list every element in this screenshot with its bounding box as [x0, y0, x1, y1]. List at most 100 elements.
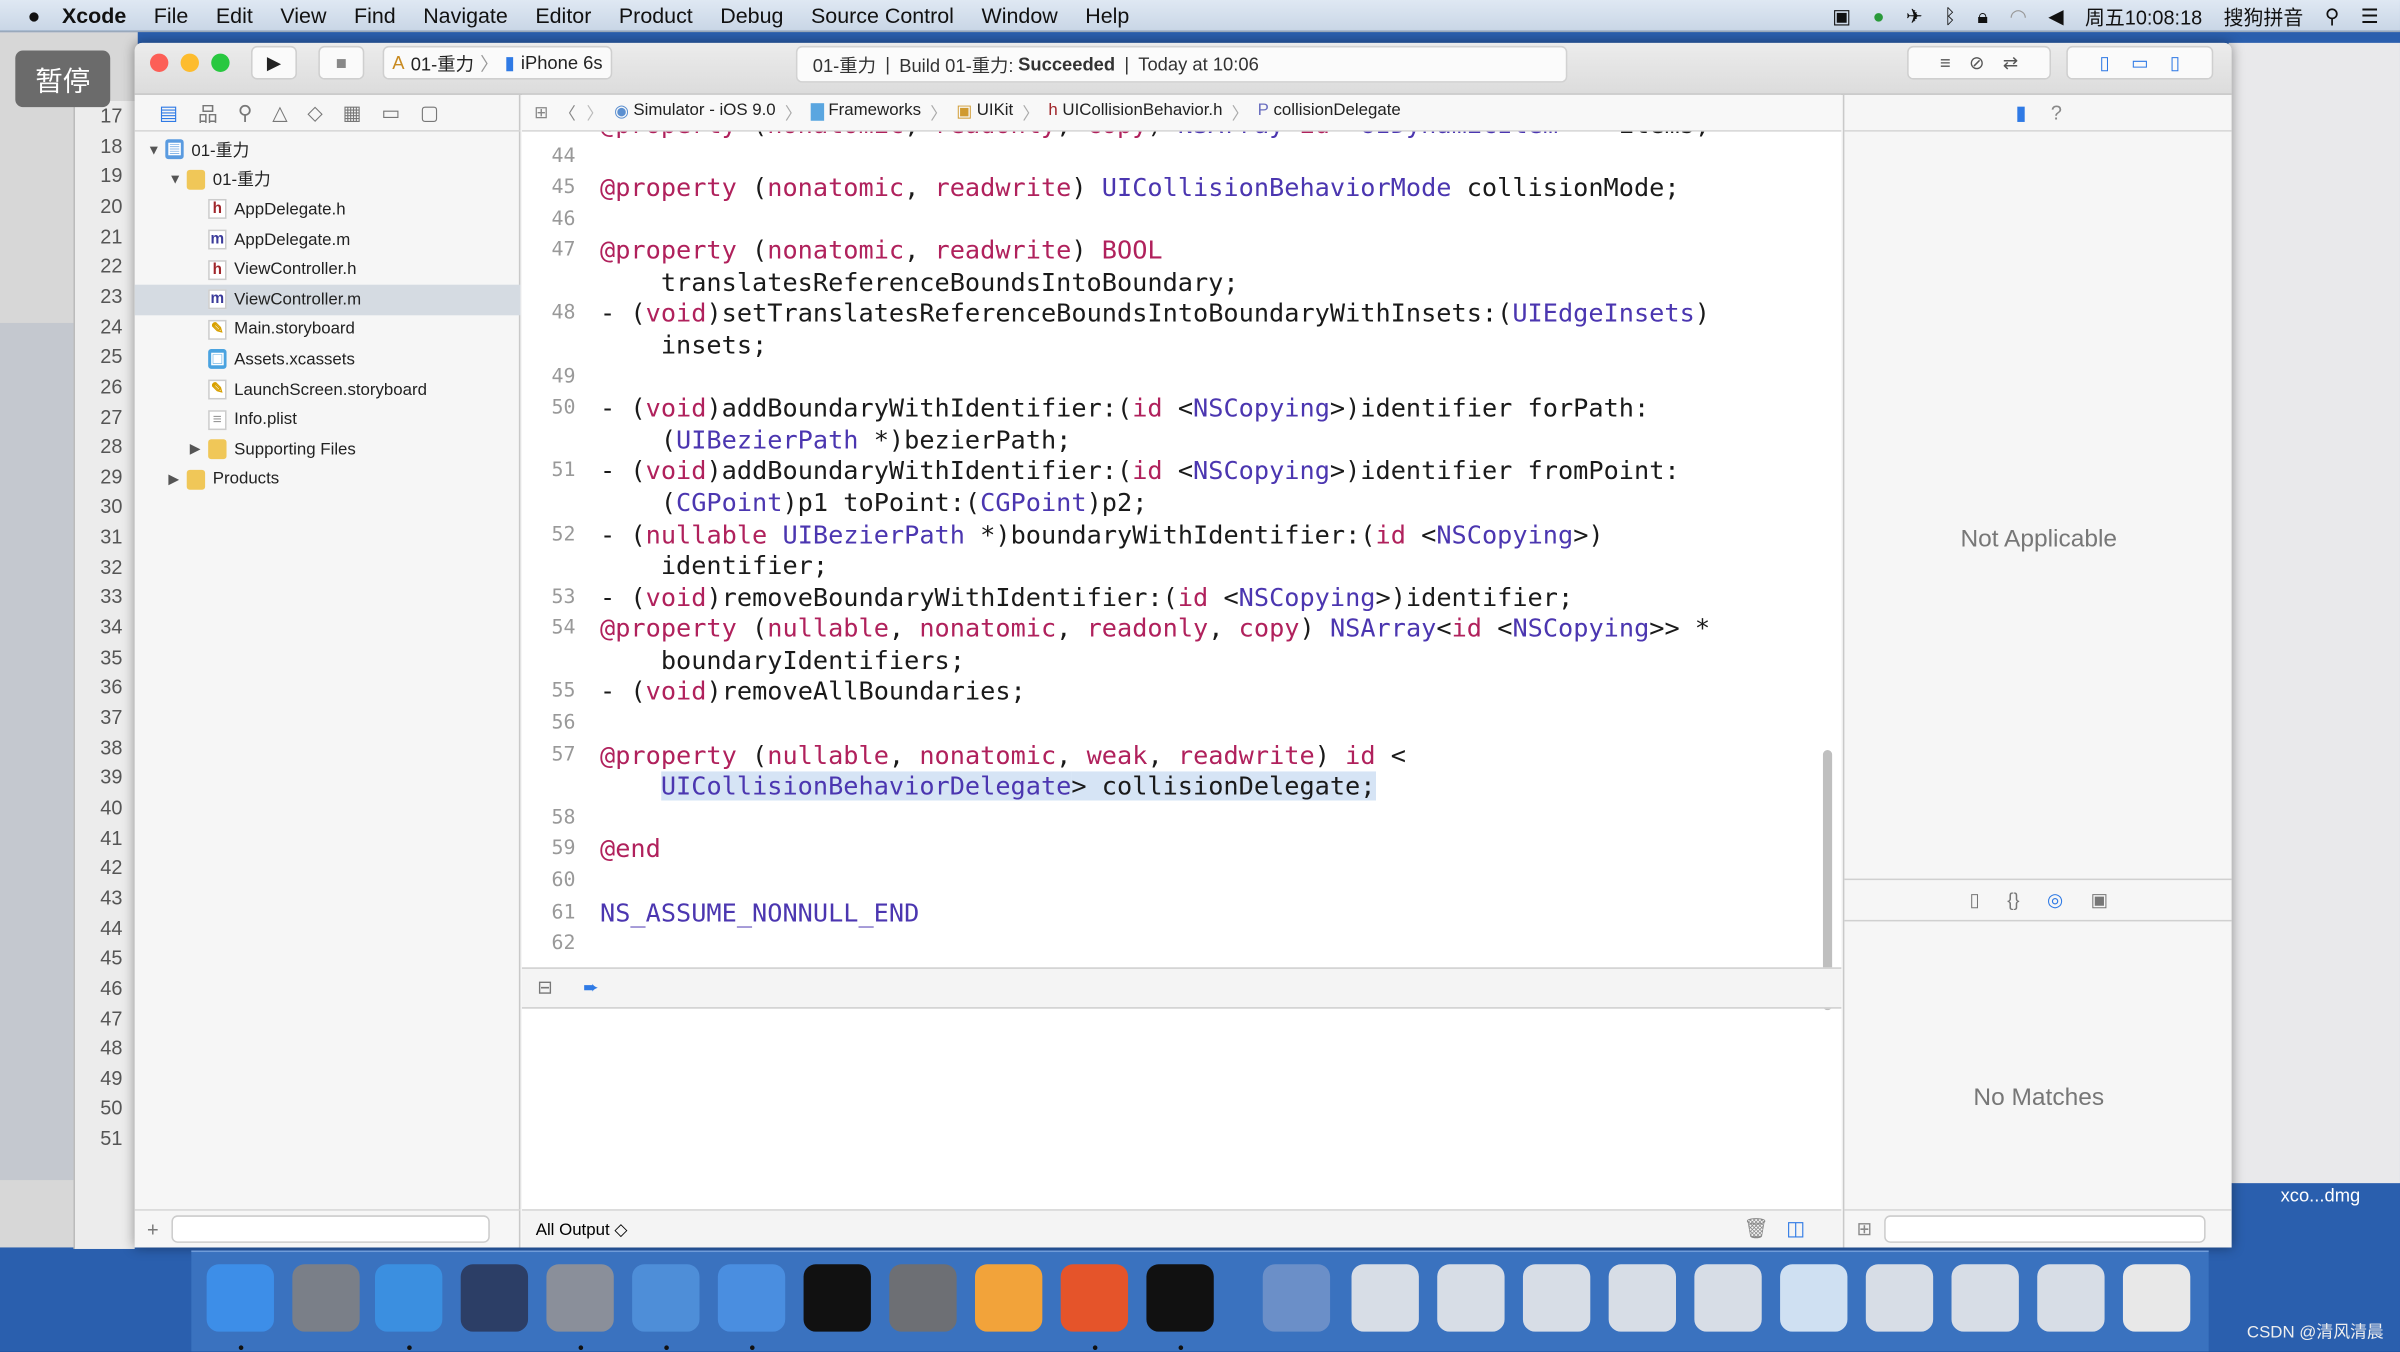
code-line[interactable]: 46: [522, 205, 1815, 236]
menu-view[interactable]: View: [280, 3, 326, 27]
menu-edit[interactable]: Edit: [216, 3, 253, 27]
file-item[interactable]: ▼ ▤ 01-重力: [135, 135, 521, 165]
search-icon[interactable]: ⚲: [238, 100, 253, 124]
code-line[interactable]: 59 @end: [522, 835, 1815, 866]
navigator-toggle-icon[interactable]: ▯: [2100, 52, 2110, 73]
file-template-icon[interactable]: ▯: [1970, 889, 1980, 910]
dock-app-icon[interactable]: [2037, 1264, 2105, 1332]
code-line[interactable]: translatesReferenceBoundsIntoBoundary;: [522, 268, 1815, 299]
volume-icon[interactable]: ◀: [2048, 4, 2063, 28]
navigator-filter-input[interactable]: [170, 1215, 490, 1243]
list-icon[interactable]: ☰: [2361, 4, 2379, 28]
dock-app-icon[interactable]: [1780, 1264, 1848, 1332]
wifi-icon[interactable]: ◠: [2009, 4, 2026, 28]
dock-app-icon[interactable]: [1522, 1264, 1591, 1332]
dock-app-icon[interactable]: [1060, 1264, 1129, 1332]
breadcrumb-4[interactable]: PcollisionDelegate: [1258, 100, 1401, 124]
code-line[interactable]: 48 - (void)setTranslatesReferenceBoundsIn…: [522, 299, 1815, 330]
clock[interactable]: 周五10:08:18: [2085, 2, 2202, 31]
disclosure-triangle[interactable]: ▶: [168, 471, 186, 488]
code-line[interactable]: boundaryIdentifiers;: [522, 646, 1815, 677]
output-filter-select[interactable]: All Output ◇: [536, 1219, 628, 1239]
dock-app-icon[interactable]: [717, 1264, 786, 1332]
file-item[interactable]: m AppDelegate.m: [135, 225, 521, 255]
code-line[interactable]: 54 @property (nullable, nonatomic, readon…: [522, 614, 1815, 645]
file-item[interactable]: ▼ 01-重力: [135, 165, 521, 195]
forward-icon[interactable]: 〉: [587, 100, 604, 124]
code-line[interactable]: 57 @property (nullable, nonatomic, weak, …: [522, 740, 1815, 771]
code-line[interactable]: 45 @property (nonatomic, readwrite) UICol…: [522, 173, 1815, 204]
code-line[interactable]: 62: [522, 929, 1815, 960]
dock-app-icon[interactable]: [1865, 1264, 1934, 1332]
dock-app-icon[interactable]: [2122, 1264, 2191, 1332]
app-status-icon[interactable]: ●: [1872, 5, 1884, 28]
file-item[interactable]: ✎ Main.storyboard: [135, 315, 521, 345]
close-button[interactable]: [149, 53, 169, 72]
disclosure-triangle[interactable]: ▼: [168, 172, 186, 187]
file-inspector-icon[interactable]: ▮: [2015, 100, 2026, 124]
lock-icon[interactable]: 🔒︎: [1977, 4, 1988, 28]
menu-file[interactable]: File: [154, 3, 189, 27]
code-line[interactable]: 60: [522, 866, 1815, 897]
warning-icon[interactable]: △: [272, 100, 287, 124]
breadcrumb-3[interactable]: h UICollisionBehavior.h: [1048, 100, 1222, 124]
search-icon[interactable]: ⚲: [2325, 4, 2340, 28]
breadcrumb-2[interactable]: ▣ UIKit: [956, 100, 1013, 124]
dock-app-icon[interactable]: [374, 1264, 443, 1332]
report-icon[interactable]: ▢: [420, 100, 439, 124]
dock-app-icon[interactable]: [889, 1264, 957, 1332]
file-item[interactable]: m ViewController.m: [134, 284, 521, 315]
code-line[interactable]: 49: [522, 362, 1815, 393]
code-line[interactable]: 53 - (void)removeBoundaryWithIdentifier:(…: [522, 583, 1815, 614]
dock-app-icon[interactable]: [1262, 1264, 1331, 1332]
menu-find[interactable]: Find: [354, 3, 396, 27]
debug-toggle-icon[interactable]: ▭: [2131, 52, 2148, 73]
code-line[interactable]: UICollisionBehaviorDelegate> collisionDe…: [522, 771, 1815, 803]
stop-button[interactable]: ■: [318, 45, 365, 80]
menu-debug[interactable]: Debug: [720, 3, 783, 27]
code-line[interactable]: insets;: [522, 331, 1815, 362]
apple-icon[interactable]: ●: [28, 3, 41, 27]
menu-source-control[interactable]: Source Control: [811, 3, 954, 27]
menu-product[interactable]: Product: [619, 3, 693, 27]
object-library-icon[interactable]: ◎: [2047, 889, 2063, 910]
dock-app-icon[interactable]: [1437, 1264, 1505, 1332]
dock-app-icon[interactable]: [1694, 1264, 1762, 1332]
code-line[interactable]: 51 - (void)addBoundaryWithIdentifier:(id …: [522, 457, 1815, 488]
dock-app-icon[interactable]: [546, 1264, 614, 1332]
menu-help[interactable]: Help: [1085, 3, 1129, 27]
code-line[interactable]: 61 NS_ASSUME_NONNULL_END: [522, 898, 1815, 929]
back-icon[interactable]: 〈: [559, 100, 576, 124]
disclosure-triangle[interactable]: ▶: [190, 441, 208, 458]
symbol-icon[interactable]: 品: [198, 98, 218, 127]
dock-app-icon[interactable]: [1351, 1264, 1419, 1332]
code-line[interactable]: 55 - (void)removeAllBoundaries;: [522, 677, 1815, 708]
debug-icon[interactable]: ▦: [343, 100, 362, 124]
code-line[interactable]: identifier;: [522, 551, 1815, 582]
version-editor-icon[interactable]: ⇄: [2003, 52, 2018, 73]
file-item[interactable]: ≡ Info.plist: [135, 405, 521, 435]
dock-app-icon[interactable]: [1146, 1264, 1214, 1332]
run-button[interactable]: ▶: [251, 45, 297, 80]
file-item[interactable]: h ViewController.h: [135, 255, 521, 285]
code-line[interactable]: 44: [522, 142, 1815, 173]
dock-app-icon[interactable]: [292, 1264, 360, 1332]
code-line[interactable]: 52 - (nullable UIBezierPath *)boundaryWit…: [522, 520, 1815, 551]
dock-app-icon[interactable]: [803, 1264, 871, 1332]
code-line[interactable]: 47 @property (nonatomic, readwrite) BOOL: [522, 236, 1815, 267]
bluetooth-icon[interactable]: ᛒ: [1944, 5, 1956, 28]
help-icon[interactable]: ?: [2051, 101, 2062, 124]
breadcrumb-1[interactable]: ▇ Frameworks: [811, 100, 921, 124]
related-items-icon[interactable]: ⊞: [534, 103, 548, 122]
breadcrumb-0[interactable]: ◉ Simulator - iOS 9.0: [614, 100, 776, 124]
console-output[interactable]: [521, 1010, 1842, 1210]
minimize-button[interactable]: [180, 53, 199, 72]
media-library-icon[interactable]: ▣: [2091, 889, 2108, 910]
test-icon[interactable]: ◇: [307, 100, 322, 124]
file-item[interactable]: ✎ LaunchScreen.storyboard: [135, 375, 521, 405]
add-icon[interactable]: +: [147, 1218, 159, 1241]
library-filter-input[interactable]: [1884, 1215, 2206, 1243]
file-item[interactable]: ▣ Assets.xcassets: [135, 345, 521, 375]
code-line[interactable]: 56: [522, 709, 1815, 740]
file-item[interactable]: ▶ Products: [135, 465, 521, 495]
